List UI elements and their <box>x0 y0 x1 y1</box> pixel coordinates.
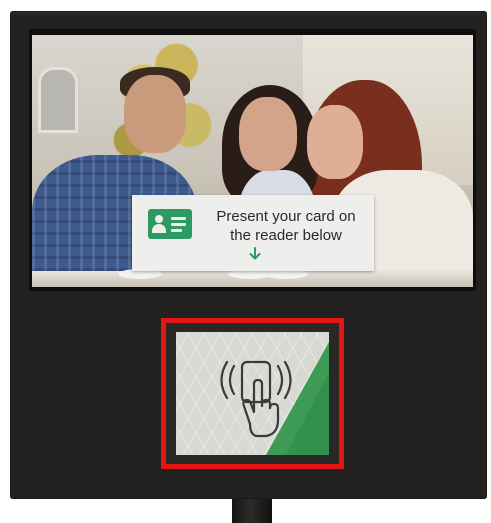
kiosk-stand-pole <box>232 499 272 523</box>
card-reader-pad[interactable] <box>176 332 329 455</box>
display-screen: Present your card on the reader below <box>32 35 473 287</box>
photo-person-face <box>239 97 297 171</box>
contactless-tap-icon <box>220 360 292 438</box>
card-prompt-panel: Present your card on the reader below <box>132 195 374 271</box>
card-prompt-text: Present your card on the reader below <box>204 207 368 245</box>
display-bezel: Present your card on the reader below <box>29 29 476 291</box>
arrow-down-icon <box>249 247 261 260</box>
card-reader[interactable] <box>161 318 344 469</box>
prompt-line-2: the reader below <box>230 227 342 244</box>
photo-person-face <box>307 105 363 179</box>
id-card-icon <box>148 209 192 239</box>
photo-person-face <box>124 75 186 153</box>
photo-window <box>38 67 78 133</box>
prompt-line-1: Present your card on <box>216 208 356 225</box>
